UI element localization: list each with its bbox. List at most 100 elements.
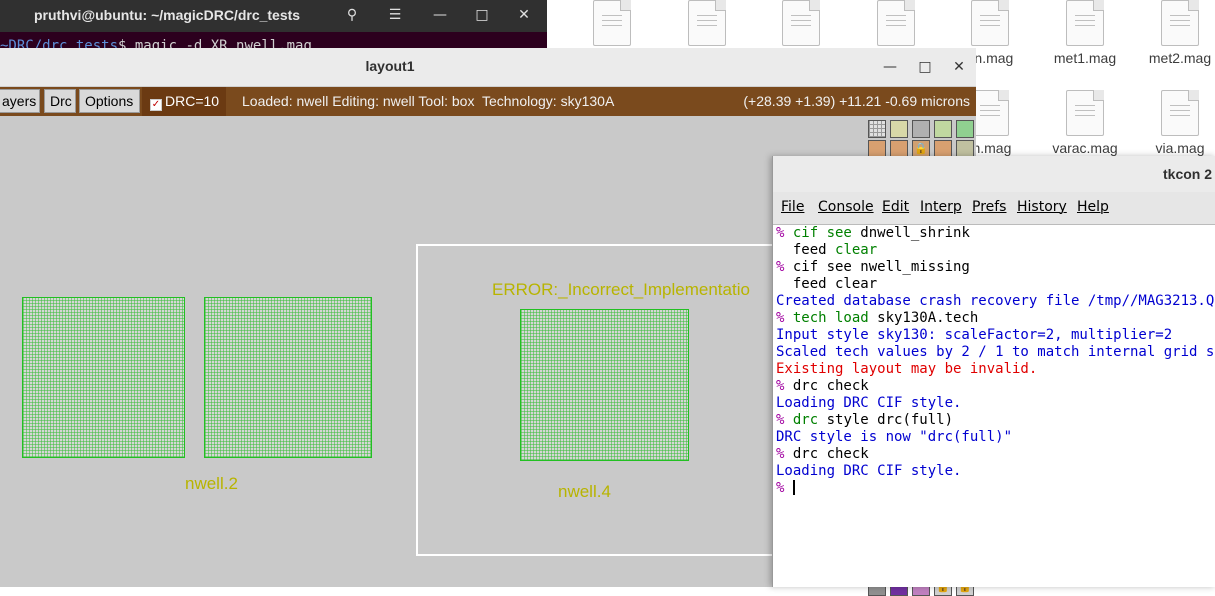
- close-icon[interactable]: ✕: [948, 56, 970, 78]
- file-icon: [1066, 0, 1104, 46]
- console-line: Input style sky130: scaleFactor=2, multi…: [776, 327, 1172, 344]
- tkcon-titlebar[interactable]: tkcon 2: [773, 156, 1215, 192]
- layer-swatch[interactable]: [934, 120, 952, 138]
- console-output: Created database crash recovery file /tm…: [776, 293, 1215, 309]
- cursor-coordinates: (+28.39 +1.39) +11.21 -0.69 microns: [743, 93, 970, 109]
- checkbox-icon: ✓: [150, 99, 162, 111]
- minimize-icon[interactable]: —: [879, 56, 901, 78]
- console-prompt: %: [776, 378, 793, 394]
- error-label: ERROR:_Incorrect_Implementatio: [492, 280, 750, 299]
- layout-title: layout1: [365, 58, 415, 74]
- hamburger-menu-icon[interactable]: ☰: [380, 0, 410, 30]
- file-icon: [1161, 0, 1199, 46]
- console-output: Input style sky130: scaleFactor=2, multi…: [776, 327, 1173, 343]
- layer-swatch[interactable]: [912, 120, 930, 138]
- console-output: Loading DRC CIF style.: [776, 395, 962, 411]
- console-prompt: %: [776, 446, 793, 462]
- console-keyword: drc: [792, 412, 819, 428]
- nwell-rect[interactable]: [22, 297, 185, 458]
- console-prompt: %: [776, 412, 793, 428]
- console-input-line[interactable]: %: [776, 480, 795, 497]
- minimize-icon[interactable]: —: [425, 0, 455, 30]
- console-line: Loading DRC CIF style.: [776, 463, 961, 480]
- console-prompt: %: [776, 259, 793, 275]
- nwell2-label: nwell.2: [185, 474, 238, 493]
- layout-canvas[interactable]: ERROR:_Incorrect_Implementatio nwell.2 n…: [0, 116, 866, 587]
- file-icon: [782, 0, 820, 46]
- layer-swatch[interactable]: [868, 120, 886, 138]
- desktop-file[interactable]: varac.mag: [1035, 90, 1135, 156]
- menu-console[interactable]: Console: [818, 199, 874, 215]
- maximize-icon[interactable]: □: [914, 56, 936, 78]
- desktop-file[interactable]: [562, 0, 662, 50]
- console-line: Scaled tech values by 2 / 1 to match int…: [776, 344, 1215, 361]
- console-line: feed clear: [776, 276, 877, 293]
- console-line: Created database crash recovery file /tm…: [776, 293, 1215, 310]
- console-prompt: %: [776, 480, 793, 496]
- desktop-file[interactable]: met1.mag: [1035, 0, 1135, 66]
- console-output: DRC style is now "drc(full)": [776, 429, 1013, 445]
- terminal-titlebar[interactable]: pruthvi@ubuntu: ~/magicDRC/drc_tests ⚲ ☰…: [0, 0, 547, 32]
- tkcon-window[interactable]: tkcon 2 File Console Edit Interp Prefs H…: [772, 156, 1215, 587]
- file-name: met2.mag: [1148, 50, 1212, 66]
- layout-titlebar[interactable]: layout1 — □ ✕: [0, 48, 976, 87]
- file-name: via.mag: [1155, 140, 1205, 156]
- console-line: % drc check: [776, 446, 869, 463]
- close-icon[interactable]: ✕: [509, 0, 539, 30]
- menu-file[interactable]: File: [781, 199, 804, 215]
- console-line: % drc style drc(full): [776, 412, 953, 429]
- menu-edit[interactable]: Edit: [882, 199, 909, 215]
- console-line: DRC style is now "drc(full)": [776, 429, 1012, 446]
- console-command: drc check: [792, 446, 869, 462]
- console-command: drc check: [792, 378, 869, 394]
- terminal-title: pruthvi@ubuntu: ~/magicDRC/drc_tests: [34, 7, 301, 23]
- menu-drc[interactable]: Drc: [44, 89, 76, 113]
- file-name: varac.mag: [1052, 140, 1118, 156]
- desktop-file[interactable]: [657, 0, 757, 50]
- layer-swatch[interactable]: [890, 120, 908, 138]
- desktop-file[interactable]: [751, 0, 851, 50]
- menu-prefs[interactable]: Prefs: [972, 199, 1006, 215]
- console-error: Existing layout may be invalid.: [776, 361, 1038, 377]
- console-keyword: clear: [835, 242, 878, 258]
- desktop-file[interactable]: met2.mag: [1130, 0, 1215, 66]
- layer-swatch[interactable]: [956, 120, 974, 138]
- console-command: sky130A.tech: [868, 310, 979, 326]
- console-line: % drc check: [776, 378, 869, 395]
- layout-menubar: ayers Drc Options ✓ DRC=10 Loaded: nwell …: [0, 87, 976, 116]
- console-prompt: %: [776, 225, 793, 241]
- menu-layers[interactable]: ayers: [0, 89, 40, 113]
- menu-help[interactable]: Help: [1077, 199, 1109, 215]
- console-command: dnwell_shrink: [851, 225, 970, 241]
- drc-toggle[interactable]: ✓ DRC=10: [142, 87, 226, 116]
- nwell4-label: nwell.4: [558, 482, 611, 501]
- nwell-rect[interactable]: [520, 309, 689, 461]
- file-icon: [593, 0, 631, 46]
- menu-interp[interactable]: Interp: [920, 199, 962, 215]
- console-command: feed clear: [776, 276, 878, 292]
- file-icon: [971, 90, 1009, 136]
- file-icon: [877, 0, 915, 46]
- search-icon[interactable]: ⚲: [337, 0, 367, 30]
- maximize-icon[interactable]: □: [467, 0, 497, 30]
- text-cursor: [792, 480, 795, 495]
- console-output: Scaled tech values by 2 / 1 to match int…: [776, 344, 1215, 360]
- console-keyword: cif see: [792, 225, 852, 241]
- nwell-rect[interactable]: [204, 297, 372, 458]
- desktop-file[interactable]: via.mag: [1130, 90, 1215, 156]
- console-prompt: %: [776, 310, 793, 326]
- console-command: style drc(full): [818, 412, 954, 428]
- console-line: feed clear: [776, 242, 877, 259]
- desktop-file[interactable]: [846, 0, 946, 50]
- console-command: feed: [776, 242, 836, 258]
- tkcon-title: tkcon 2: [1163, 166, 1213, 182]
- file-icon: [688, 0, 726, 46]
- status-text: Loaded: nwell Editing: nwell Tool: box T…: [242, 93, 615, 109]
- tkcon-console[interactable]: % cif see dnwell_shrink feed clear% cif …: [773, 225, 1215, 501]
- menu-options[interactable]: Options: [79, 89, 140, 113]
- menu-history[interactable]: History: [1017, 199, 1067, 215]
- file-name: met1.mag: [1053, 50, 1117, 66]
- file-icon: [1161, 90, 1199, 136]
- console-command: cif see nwell_missing: [792, 259, 970, 275]
- file-icon: [1066, 90, 1104, 136]
